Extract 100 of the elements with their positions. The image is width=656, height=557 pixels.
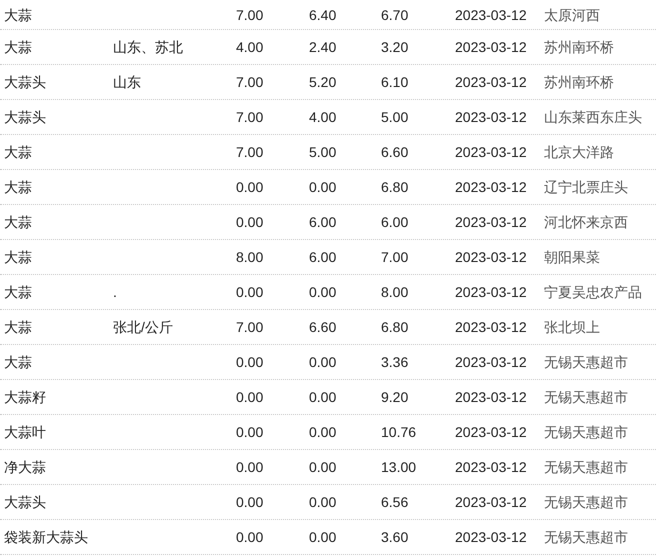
- table-cell-text: 山东: [113, 74, 142, 90]
- table-cell-text: 2023-03-12: [455, 354, 528, 370]
- table-cell-text: 北京大洋路: [544, 144, 615, 160]
- table-cell-text: 0.00: [309, 354, 338, 370]
- table-cell-text: 无锡天惠超市: [544, 424, 629, 440]
- table-cell-text: 0.00: [236, 354, 264, 370]
- table-cell-text: 6.10: [381, 74, 410, 90]
- table-cell-text: 2023-03-12: [455, 6, 528, 22]
- table-cell-text: 3.36: [381, 354, 410, 370]
- table-cell-text: .: [113, 284, 118, 300]
- table-cell-text: 2023-03-12: [455, 529, 528, 545]
- table-cell-text: 0.00: [309, 494, 338, 510]
- table-cell-text: 0.00: [309, 284, 338, 300]
- table-cell-text: 6.00: [381, 214, 410, 230]
- table-cell-text: 8.00: [236, 249, 264, 265]
- table-cell-text: 7.00: [381, 249, 410, 265]
- table-cell-text: 2023-03-12: [455, 109, 528, 125]
- table-cell-text: 0.00: [236, 529, 264, 545]
- table-cell-text: 6.80: [381, 179, 410, 195]
- table-cell-text: 朝阳果菜: [544, 249, 601, 265]
- table-cell-text: 大蒜籽: [4, 389, 47, 405]
- table-cell-text: 6.60: [309, 319, 338, 335]
- table-cell-text: 0.00: [236, 214, 264, 230]
- table-cell-text: 大蒜: [4, 319, 33, 335]
- table-cell-text: 大蒜叶: [4, 424, 47, 440]
- table-cell-text: 0.00: [309, 389, 338, 405]
- table-cell-text: 0.00: [236, 284, 264, 300]
- table-cell-text: 大蒜头: [4, 74, 47, 90]
- table-cell-text: 5.20: [309, 74, 338, 90]
- table-cell-text: 7.00: [236, 319, 264, 335]
- table-cell-text: 6.00: [309, 249, 338, 265]
- table-cell-text: 2023-03-12: [455, 74, 528, 90]
- table-cell-text: 7.00: [236, 109, 264, 125]
- table-cell-text: 大蒜: [4, 144, 33, 160]
- table-cell-text: 2023-03-12: [455, 424, 528, 440]
- table-cell-text: 大蒜头: [4, 494, 47, 510]
- table-cell-text: 苏州南环桥: [544, 74, 615, 90]
- table-cell-text: 无锡天惠超市: [544, 529, 629, 545]
- table-cell-text: 无锡天惠超市: [544, 459, 629, 475]
- table-cell-text: 6.40: [309, 6, 338, 22]
- table-cell-text: 0.00: [309, 179, 338, 195]
- table-cell-text: 7.00: [236, 6, 264, 22]
- table-cell-text: 2023-03-12: [455, 214, 528, 230]
- table-cell-text: 6.60: [381, 144, 410, 160]
- table-cell-text: 山东、苏北: [113, 39, 184, 55]
- table-cell-text: 张北坝上: [544, 319, 601, 335]
- table-cell-text: 7.00: [236, 74, 264, 90]
- table-cell-text: 7.00: [236, 144, 264, 160]
- table-cell-text: 0.00: [236, 494, 264, 510]
- table-cell-text: 0.00: [236, 389, 264, 405]
- table-cell-text: 2023-03-12: [455, 39, 528, 55]
- table-cell-text: 0.00: [236, 424, 264, 440]
- table-cell-text: 张北/公斤: [113, 319, 174, 335]
- table-cell-text: 山东莱西东庄头: [544, 109, 643, 125]
- table-cell-text: 无锡天惠超市: [544, 494, 629, 510]
- table-cell-text: 13.00: [381, 459, 418, 475]
- table-cell-text: 8.00: [381, 284, 410, 300]
- table-cell-text: 无锡天惠超市: [544, 354, 629, 370]
- table-cell-text: 10.76: [381, 424, 418, 440]
- table-cell-text: 河北怀来京西: [544, 214, 629, 230]
- table-cell-text: 无锡天惠超市: [544, 389, 629, 405]
- table-cell-text: 辽宁北票庄头: [544, 179, 629, 195]
- table-cell-text: 6.00: [309, 214, 338, 230]
- table-cell-text: 苏州南环桥: [544, 39, 615, 55]
- table-cell-text: 0.00: [309, 424, 338, 440]
- table-cell-text: 袋装新大蒜头: [4, 529, 89, 545]
- table-cell-text: 0.00: [309, 529, 338, 545]
- table-cell-text: 2023-03-12: [455, 284, 528, 300]
- table-cell-text: 4.00: [309, 109, 338, 125]
- table-cell-text: 大蒜: [4, 39, 33, 55]
- table-cell-text: 3.20: [381, 39, 410, 55]
- table-cell-text: 6.80: [381, 319, 410, 335]
- table-cell-text: 太原河西: [544, 6, 601, 22]
- table-cell-text: 大蒜: [4, 284, 33, 300]
- table-cell-text: 宁夏吴忠农产品: [544, 284, 643, 300]
- table-cell-text: 2.40: [309, 39, 338, 55]
- table-cell-text: 2023-03-12: [455, 389, 528, 405]
- table-cell-text: 0.00: [236, 459, 264, 475]
- table-cell-text: 大蒜头: [4, 109, 47, 125]
- table-cell-text: 净大蒜: [4, 459, 47, 475]
- table-cell-text: 2023-03-12: [455, 319, 528, 335]
- table-cell-text: 2023-03-12: [455, 459, 528, 475]
- table-cell-text: 3.60: [381, 529, 410, 545]
- table-cell-text: 大蒜: [4, 6, 33, 22]
- table-cell-text: 大蒜: [4, 354, 33, 370]
- table-cell-text: 大蒜: [4, 179, 33, 195]
- table-cell-text: 2023-03-12: [455, 249, 528, 265]
- table-cell-text: 大蒜: [4, 214, 33, 230]
- table-cell-text: 2023-03-12: [455, 144, 528, 160]
- table-cell-text: 4.00: [236, 39, 264, 55]
- table-cell-text: 6.70: [381, 6, 410, 22]
- table-cell-text: 5.00: [309, 144, 338, 160]
- table-cell-text: 2023-03-12: [455, 494, 528, 510]
- table-cell-text: 9.20: [381, 389, 410, 405]
- table-cell-text: 大蒜: [4, 249, 33, 265]
- table-cell-text: 5.00: [381, 109, 410, 125]
- table-cell-text: 0.00: [236, 179, 264, 195]
- table-cell-text: 6.56: [381, 494, 410, 510]
- table-cell-text: 2023-03-12: [455, 179, 528, 195]
- table-cell-text: 0.00: [309, 459, 338, 475]
